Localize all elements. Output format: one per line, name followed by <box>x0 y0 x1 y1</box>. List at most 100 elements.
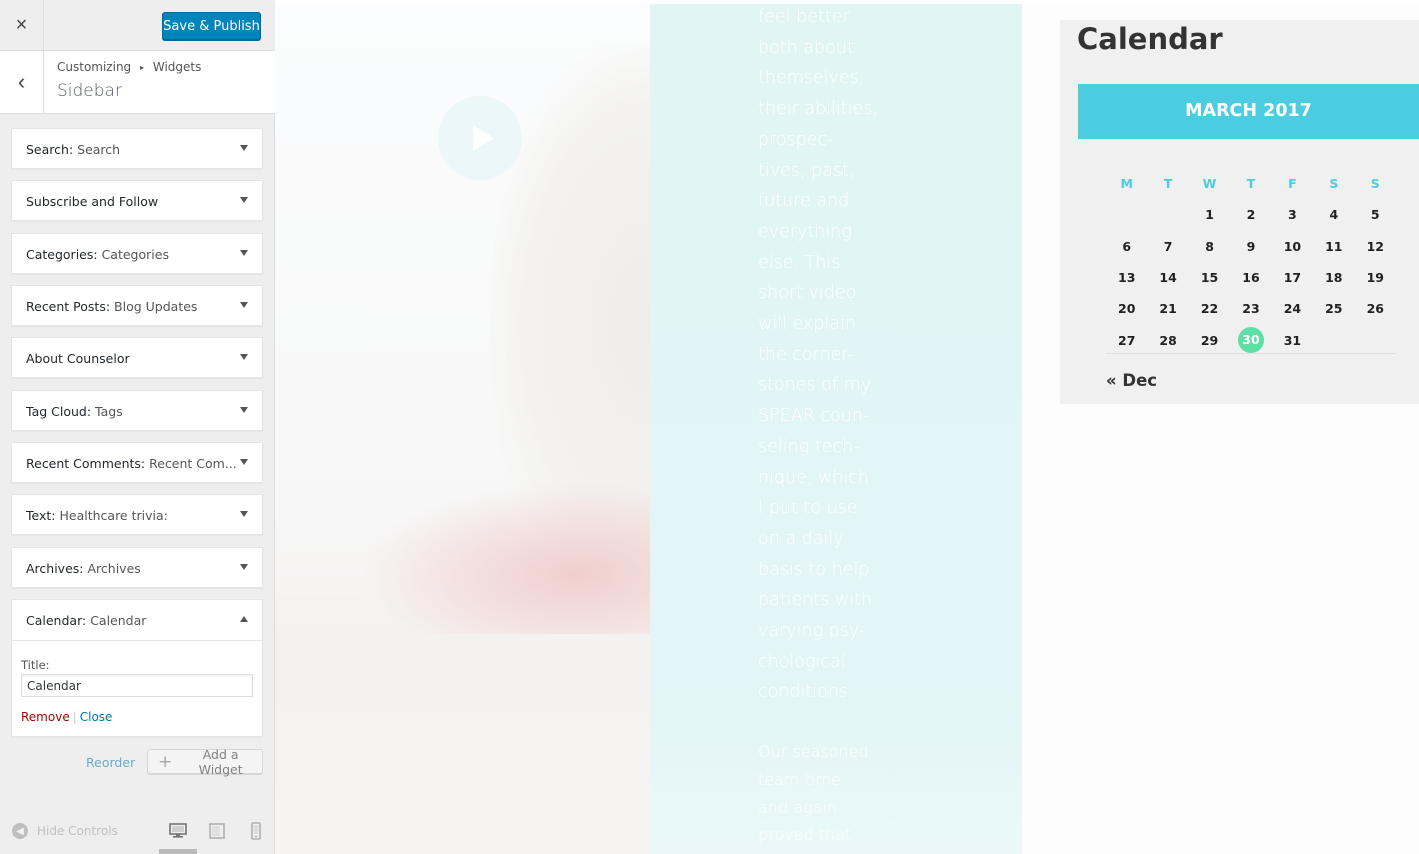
calendar-day[interactable]: 3 <box>1272 199 1313 230</box>
calendar-day[interactable]: 29 <box>1189 325 1230 356</box>
widget-search[interactable]: Search: Search <box>11 128 263 169</box>
breadcrumb-separator-icon: ▸ <box>140 63 145 72</box>
hero-image-scarf <box>365 484 665 634</box>
widget-label: About Counselor <box>26 351 130 366</box>
expand-arrow-icon[interactable] <box>240 564 248 570</box>
tablet-preview-icon[interactable] <box>208 822 226 840</box>
text-line: and again <box>758 797 837 817</box>
calendar-empty-cell <box>1313 325 1354 356</box>
text-line: patients with <box>758 590 873 611</box>
calendar-day[interactable]: 25 <box>1313 293 1354 324</box>
play-icon <box>472 125 494 151</box>
expand-arrow-icon[interactable] <box>240 407 248 413</box>
calendar-day[interactable]: 4 <box>1313 199 1354 230</box>
calendar-day[interactable]: 9 <box>1230 230 1271 261</box>
text-line: themselves, <box>758 68 865 89</box>
calendar-day[interactable]: 8 <box>1189 230 1230 261</box>
calendar-day[interactable]: 23 <box>1230 293 1271 324</box>
text-line: team time <box>758 769 841 789</box>
widget-recent-posts[interactable]: Recent Posts: Blog Updates <box>11 285 263 326</box>
widget-label: Text: Healthcare trivia: <box>26 508 168 523</box>
calendar-day[interactable]: 11 <box>1313 230 1354 261</box>
calendar-day[interactable]: 13 <box>1106 262 1147 293</box>
widget-actions: Remove | Close <box>21 710 112 724</box>
today-highlight: 30 <box>1237 327 1264 354</box>
widget-recent-comments[interactable]: Recent Comments: Recent Com... <box>11 442 263 483</box>
calendar-day[interactable]: 20 <box>1106 293 1147 324</box>
text-line: seling tech- <box>758 436 860 457</box>
hide-controls-label: Hide Controls <box>37 824 118 838</box>
widget-archives[interactable]: Archives: Archives <box>11 547 263 588</box>
calendar-day[interactable]: 22 <box>1189 293 1230 324</box>
widget-categories[interactable]: Categories: Categories <box>11 233 263 274</box>
team-text: Our seasoned team time and again proved tha… <box>758 738 883 849</box>
calendar-day[interactable]: 27 <box>1106 325 1147 356</box>
close-icon: × <box>15 14 28 36</box>
add-widget-button[interactable]: + Add a Widget <box>147 746 263 777</box>
calendar-day[interactable]: 31 <box>1272 325 1313 356</box>
text-line: feel better <box>758 7 850 27</box>
calendar-month-banner: MARCH 2017 <box>1078 84 1419 139</box>
hide-controls-button[interactable]: ◀ Hide Controls <box>12 823 118 839</box>
widget-about-counselor[interactable]: About Counselor <box>11 337 263 378</box>
plus-icon: + <box>158 751 173 772</box>
expand-arrow-icon[interactable] <box>240 302 248 308</box>
calendar-day[interactable]: 18 <box>1313 262 1354 293</box>
expand-arrow-icon[interactable] <box>240 250 248 256</box>
section-title: Sidebar <box>57 81 122 101</box>
desktop-preview-icon[interactable] <box>169 822 187 840</box>
collapse-arrow-icon[interactable] <box>240 616 248 622</box>
calendar-day[interactable]: 7 <box>1147 230 1188 261</box>
widget-label: Recent Posts: Blog Updates <box>26 299 198 314</box>
widget-label: Calendar: Calendar <box>26 613 147 628</box>
reorder-widgets-link[interactable]: Reorder <box>86 755 135 770</box>
title-field-label: Title: <box>21 658 50 672</box>
save-publish-button[interactable]: Save & Publish <box>162 12 261 40</box>
title-field[interactable] <box>21 674 253 697</box>
calendar-day[interactable]: 21 <box>1147 293 1188 324</box>
expand-arrow-icon[interactable] <box>240 197 248 203</box>
calendar-prev-month-link[interactable]: « Dec <box>1106 371 1157 390</box>
text-line: nique, which <box>758 467 870 488</box>
intro-text: feel better both about themselves, their ab… <box>758 2 883 708</box>
calendar-day[interactable]: 24 <box>1272 293 1313 324</box>
widget-tag-cloud[interactable]: Tag Cloud: Tags <box>11 390 263 431</box>
calendar-day[interactable]: 28 <box>1147 325 1188 356</box>
calendar-day[interactable]: 16 <box>1230 262 1271 293</box>
close-customizer-button[interactable]: × <box>0 0 44 51</box>
calendar-day-today[interactable]: 30 <box>1230 325 1271 356</box>
calendar-day[interactable]: 26 <box>1355 293 1396 324</box>
calendar-day[interactable]: 10 <box>1272 230 1313 261</box>
video-play-button[interactable] <box>438 96 522 180</box>
close-widget-link[interactable]: Close <box>80 710 113 724</box>
expand-arrow-icon[interactable] <box>240 459 248 465</box>
text-line: the corner- <box>758 344 854 365</box>
site-preview: feel better both about themselves, their ab… <box>275 0 1419 854</box>
calendar-day[interactable]: 6 <box>1106 230 1147 261</box>
widget-text[interactable]: Text: Healthcare trivia: <box>11 494 263 535</box>
add-widget-label: Add a Widget <box>198 746 243 777</box>
text-line: future and <box>758 191 850 212</box>
calendar-day[interactable]: 17 <box>1272 262 1313 293</box>
active-device-indicator <box>159 849 197 854</box>
expand-arrow-icon[interactable] <box>240 511 248 517</box>
calendar-day[interactable]: 1 <box>1189 199 1230 230</box>
back-button[interactable]: ‹ <box>0 51 44 113</box>
mobile-preview-icon[interactable] <box>247 822 265 840</box>
text-line: stones of my <box>758 375 872 396</box>
expand-arrow-icon[interactable] <box>240 145 248 151</box>
calendar-day[interactable]: 5 <box>1355 199 1396 230</box>
remove-widget-link[interactable]: Remove <box>21 710 70 724</box>
text-line: prospec- <box>758 129 834 150</box>
widget-subscribe-follow[interactable]: Subscribe and Follow <box>11 180 263 221</box>
calendar-day[interactable]: 2 <box>1230 199 1271 230</box>
expand-arrow-icon[interactable] <box>240 354 248 360</box>
calendar-day[interactable]: 15 <box>1189 262 1230 293</box>
calendar-week: 20 21 22 23 24 25 26 <box>1106 293 1396 324</box>
calendar-day[interactable]: 19 <box>1355 262 1396 293</box>
customizer-header: × Save & Publish <box>0 0 275 51</box>
calendar-day[interactable]: 12 <box>1355 230 1396 261</box>
text-line: Our seasoned <box>758 742 869 761</box>
widget-calendar-header[interactable]: Calendar: Calendar <box>12 600 262 641</box>
calendar-day[interactable]: 14 <box>1147 262 1188 293</box>
